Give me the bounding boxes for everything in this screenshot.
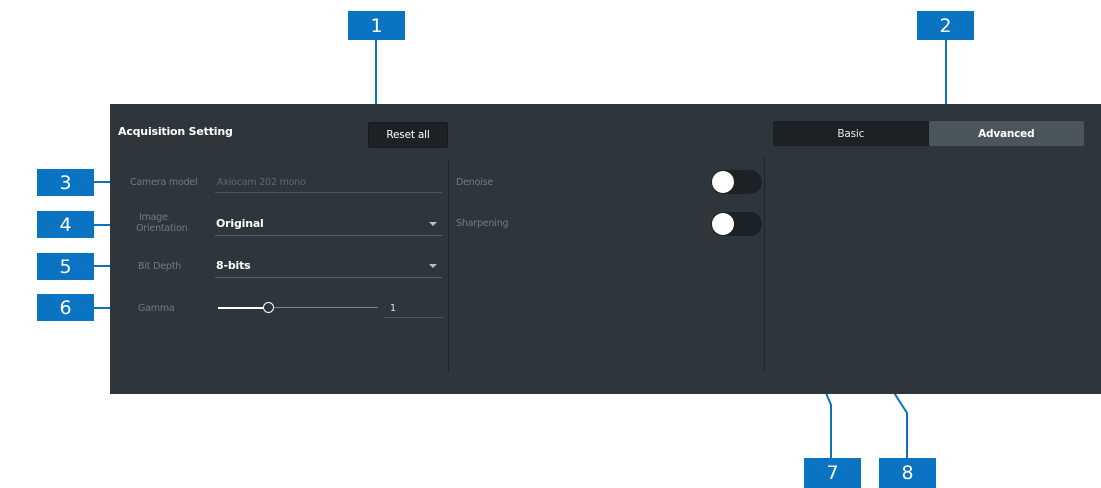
denoise-label: Denoise xyxy=(456,177,494,188)
tab-advanced[interactable]: Advanced xyxy=(928,121,1084,146)
image-orientation-label-line2: Orientation xyxy=(136,223,188,234)
bit-depth-label: Bit Depth xyxy=(138,261,182,272)
image-orientation-value: Original xyxy=(216,217,264,230)
denoise-toggle-knob xyxy=(712,171,734,193)
panel-title: Acquisition Setting xyxy=(118,125,233,138)
denoise-toggle[interactable] xyxy=(711,170,762,194)
callout-2: 2 xyxy=(917,11,974,40)
callout-8: 8 xyxy=(879,458,936,488)
sharpening-toggle-knob xyxy=(712,213,734,235)
sharpening-toggle[interactable] xyxy=(711,212,762,236)
callout-3: 3 xyxy=(37,169,94,196)
gamma-label: Gamma xyxy=(138,303,175,314)
callout-4: 4 xyxy=(37,211,94,238)
bit-depth-value: 8-bits xyxy=(216,259,251,272)
callout-6: 6 xyxy=(37,294,94,321)
chevron-down-icon xyxy=(429,263,437,268)
gamma-value-underline xyxy=(384,317,444,318)
mode-segmented-control: Basic Advanced xyxy=(773,121,1084,146)
bit-depth-dropdown[interactable]: 8-bits xyxy=(215,254,442,278)
callout-1: 1 xyxy=(348,11,405,40)
sharpening-label: Sharpening xyxy=(456,218,509,229)
tab-basic[interactable]: Basic xyxy=(773,121,929,146)
gamma-slider[interactable] xyxy=(218,302,378,314)
column-divider xyxy=(764,156,765,372)
gamma-slider-handle[interactable] xyxy=(263,302,274,313)
callout-7: 7 xyxy=(804,458,861,488)
acquisition-settings-panel: Acquisition Setting Reset all Basic Adva… xyxy=(110,104,1101,394)
column-divider xyxy=(448,160,449,372)
camera-model-underline xyxy=(215,192,442,193)
camera-model-label: Camera model xyxy=(130,177,198,188)
image-orientation-label: Image Orientation xyxy=(136,212,188,234)
chevron-down-icon xyxy=(429,221,437,226)
image-orientation-dropdown[interactable]: Original xyxy=(215,212,442,236)
reset-all-button[interactable]: Reset all xyxy=(368,122,448,148)
callout-5: 5 xyxy=(37,253,94,280)
gamma-slider-fill xyxy=(218,307,268,309)
image-orientation-label-line1: Image xyxy=(139,212,168,223)
gamma-value: 1 xyxy=(390,303,397,314)
camera-model-value: Axiocam 202 mono xyxy=(217,177,306,188)
